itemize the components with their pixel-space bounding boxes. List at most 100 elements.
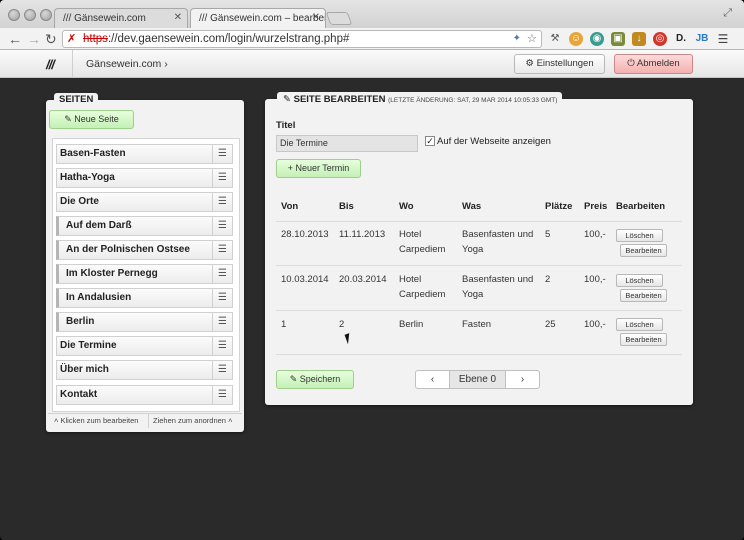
browser-window: /// Gänsewein.com ✕ /// Gänsewein.com – b… [0, 0, 744, 540]
power-icon: ⏻ [627, 58, 635, 69]
d-extension-icon[interactable]: D. [674, 32, 688, 46]
zoom-window-icon[interactable] [40, 9, 52, 21]
tree-item-die-orte[interactable]: Die Orte ☰ [56, 192, 233, 212]
url-scheme: https [83, 33, 108, 45]
globe-extension-icon[interactable]: ◉ [590, 32, 604, 46]
save-button[interactable]: ✎ Speichern [276, 370, 354, 389]
drag-to-sort-hint: Ziehen zum anordnen ˄ [148, 414, 232, 428]
tree-item-auf-dem-darss[interactable]: Auf dem Darß ☰ [56, 216, 233, 236]
drag-handle-icon[interactable]: ☰ [212, 265, 232, 283]
delete-button[interactable]: Löschen [616, 229, 663, 242]
tree-item-ueber-mich[interactable]: Über mich ☰ [56, 360, 233, 380]
drag-handle-icon[interactable]: ☰ [212, 313, 232, 331]
fullscreen-icon[interactable]: ⤢ [723, 7, 732, 20]
tree-item-berlin[interactable]: Berlin ☰ [56, 312, 233, 332]
forward-icon[interactable]: → [27, 30, 41, 48]
show-on-site-checkbox[interactable]: ✓ [425, 136, 435, 146]
cell-was: Basenfasten und [462, 274, 534, 285]
tree-item-label: Hatha-Yoga [60, 172, 115, 183]
wrench-icon[interactable]: ⚒ [548, 32, 562, 46]
drag-handle-icon[interactable]: ☰ [212, 289, 232, 307]
cell-wo: Carpediem [399, 289, 446, 300]
tree-footer: ˄ Klicken zum bearbeiten Ziehen zum anor… [48, 413, 242, 428]
cell-von: 10.03.2014 [281, 274, 329, 285]
download-extension-icon[interactable]: ↓ [632, 32, 646, 46]
drag-handle-icon[interactable]: ☰ [212, 193, 232, 211]
edit-icon: ✎ [283, 94, 291, 105]
tree-item-polnische-ostsee[interactable]: An der Polnischen Ostsee ☰ [56, 240, 233, 260]
delete-button[interactable]: Löschen [616, 274, 663, 287]
settings-button[interactable]: ⚙ Einstellungen [514, 54, 605, 74]
edit-button[interactable]: Bearbeiten [620, 244, 667, 257]
tree-item-basen-fasten[interactable]: Basen-Fasten ☰ [56, 144, 233, 164]
feed-icon[interactable]: ✦ [513, 31, 521, 47]
browser-tab-2[interactable]: /// Gänsewein.com – bearbeit ✕ [190, 8, 326, 28]
cell-preis: 100,- [584, 229, 606, 240]
minimize-window-icon[interactable] [24, 9, 36, 21]
app-logo[interactable]: /// [46, 57, 55, 72]
edit-button[interactable]: Bearbeiten [620, 333, 667, 346]
pencil-icon: ✎ [64, 114, 72, 124]
new-page-button[interactable]: ✎ Neue Seite [49, 110, 134, 129]
cell-plaetze: 5 [545, 229, 551, 240]
tree-item-kontakt[interactable]: Kontakt ☰ [56, 385, 233, 405]
cookie-extension-icon[interactable]: ☺ [569, 32, 583, 46]
cell-von: 1 [281, 319, 287, 330]
table-divider [276, 221, 682, 222]
jb-extension-icon[interactable]: JB [695, 32, 709, 46]
edit-page-title: ✎ SEITE BEARBEITEN (LETZTE ÄNDERUNG: SAT… [277, 92, 563, 105]
cell-bis: 11.11.2013 [339, 229, 386, 240]
reload-icon[interactable]: ↻ [45, 30, 57, 48]
close-tab-icon[interactable]: ✕ [174, 12, 182, 23]
lock-extension-icon[interactable]: ▣ [611, 32, 625, 46]
tree-item-hatha-yoga[interactable]: Hatha-Yoga ☰ [56, 168, 233, 188]
address-bar[interactable]: ✗ https://dev.gaensewein.com/login/wurzel… [62, 30, 542, 48]
pager-prev-button[interactable]: ‹ [416, 371, 450, 388]
delete-button[interactable]: Löschen [616, 318, 663, 331]
close-window-icon[interactable] [8, 9, 20, 21]
browser-toolbar: ← → ↻ ✗ https://dev.gaensewein.com/login/… [0, 28, 744, 50]
url-rest: ://dev.gaensewein.com/login/wurzelstrang… [107, 33, 350, 45]
menu-icon[interactable]: ☰ [716, 32, 730, 46]
tree-item-andalusien[interactable]: In Andalusien ☰ [56, 288, 233, 308]
browser-tab-1[interactable]: /// Gänsewein.com ✕ [54, 8, 188, 28]
drag-handle-icon[interactable]: ☰ [212, 145, 232, 163]
new-tab-button[interactable] [325, 12, 353, 25]
pager-next-button[interactable]: › [505, 371, 539, 388]
table-divider [276, 310, 682, 311]
cell-wo: Berlin [399, 319, 424, 330]
breadcrumb[interactable]: Gänsewein.com › [86, 58, 168, 70]
drag-handle-icon[interactable]: ☰ [212, 337, 232, 355]
stop-extension-icon[interactable]: ◎ [653, 32, 667, 46]
new-page-label: Neue Seite [74, 114, 119, 124]
drag-handle-icon[interactable]: ☰ [212, 241, 232, 259]
close-tab-icon[interactable]: ✕ [312, 12, 320, 23]
back-icon[interactable]: ← [8, 30, 22, 48]
column-header-von: Von [281, 201, 299, 212]
tree-item-die-termine[interactable]: Die Termine ☰ [56, 336, 233, 356]
drag-handle-icon[interactable]: ☰ [212, 361, 232, 379]
column-header-was: Was [462, 201, 482, 212]
tree-item-kloster-pernegg[interactable]: Im Kloster Pernegg ☰ [56, 264, 233, 284]
bookmark-star-icon[interactable]: ☆ [527, 31, 537, 47]
cell-preis: 100,- [584, 319, 606, 330]
logout-button[interactable]: ⏻ Abmelden [614, 54, 693, 74]
tree-item-label: Auf dem Darß [66, 220, 132, 231]
pages-panel-title: SEITEN [54, 93, 99, 105]
drag-handle-icon[interactable]: ☰ [212, 386, 232, 404]
tree-item-label: Berlin [66, 316, 95, 327]
cell-preis: 100,- [584, 274, 606, 285]
edit-button[interactable]: Bearbeiten [620, 289, 667, 302]
drag-handle-icon[interactable]: ☰ [212, 169, 232, 187]
new-date-button[interactable]: + Neuer Termin [276, 159, 361, 178]
tab-label: /// Gänsewein.com [63, 13, 146, 24]
last-change-text: (LETZTE ÄNDERUNG: SAT, 29 MAR 2014 10:05… [388, 97, 558, 104]
cell-bis: 2 [339, 319, 345, 330]
edit-page-title-text: SEITE BEARBEITEN [293, 94, 386, 105]
title-input[interactable]: Die Termine [276, 135, 418, 152]
title-label: Titel [276, 120, 296, 131]
cell-bis: 20.03.2014 [339, 274, 387, 285]
cell-wo: Carpediem [399, 244, 446, 255]
insecure-lock-icon: ✗ [67, 33, 77, 45]
drag-handle-icon[interactable]: ☰ [212, 217, 232, 235]
